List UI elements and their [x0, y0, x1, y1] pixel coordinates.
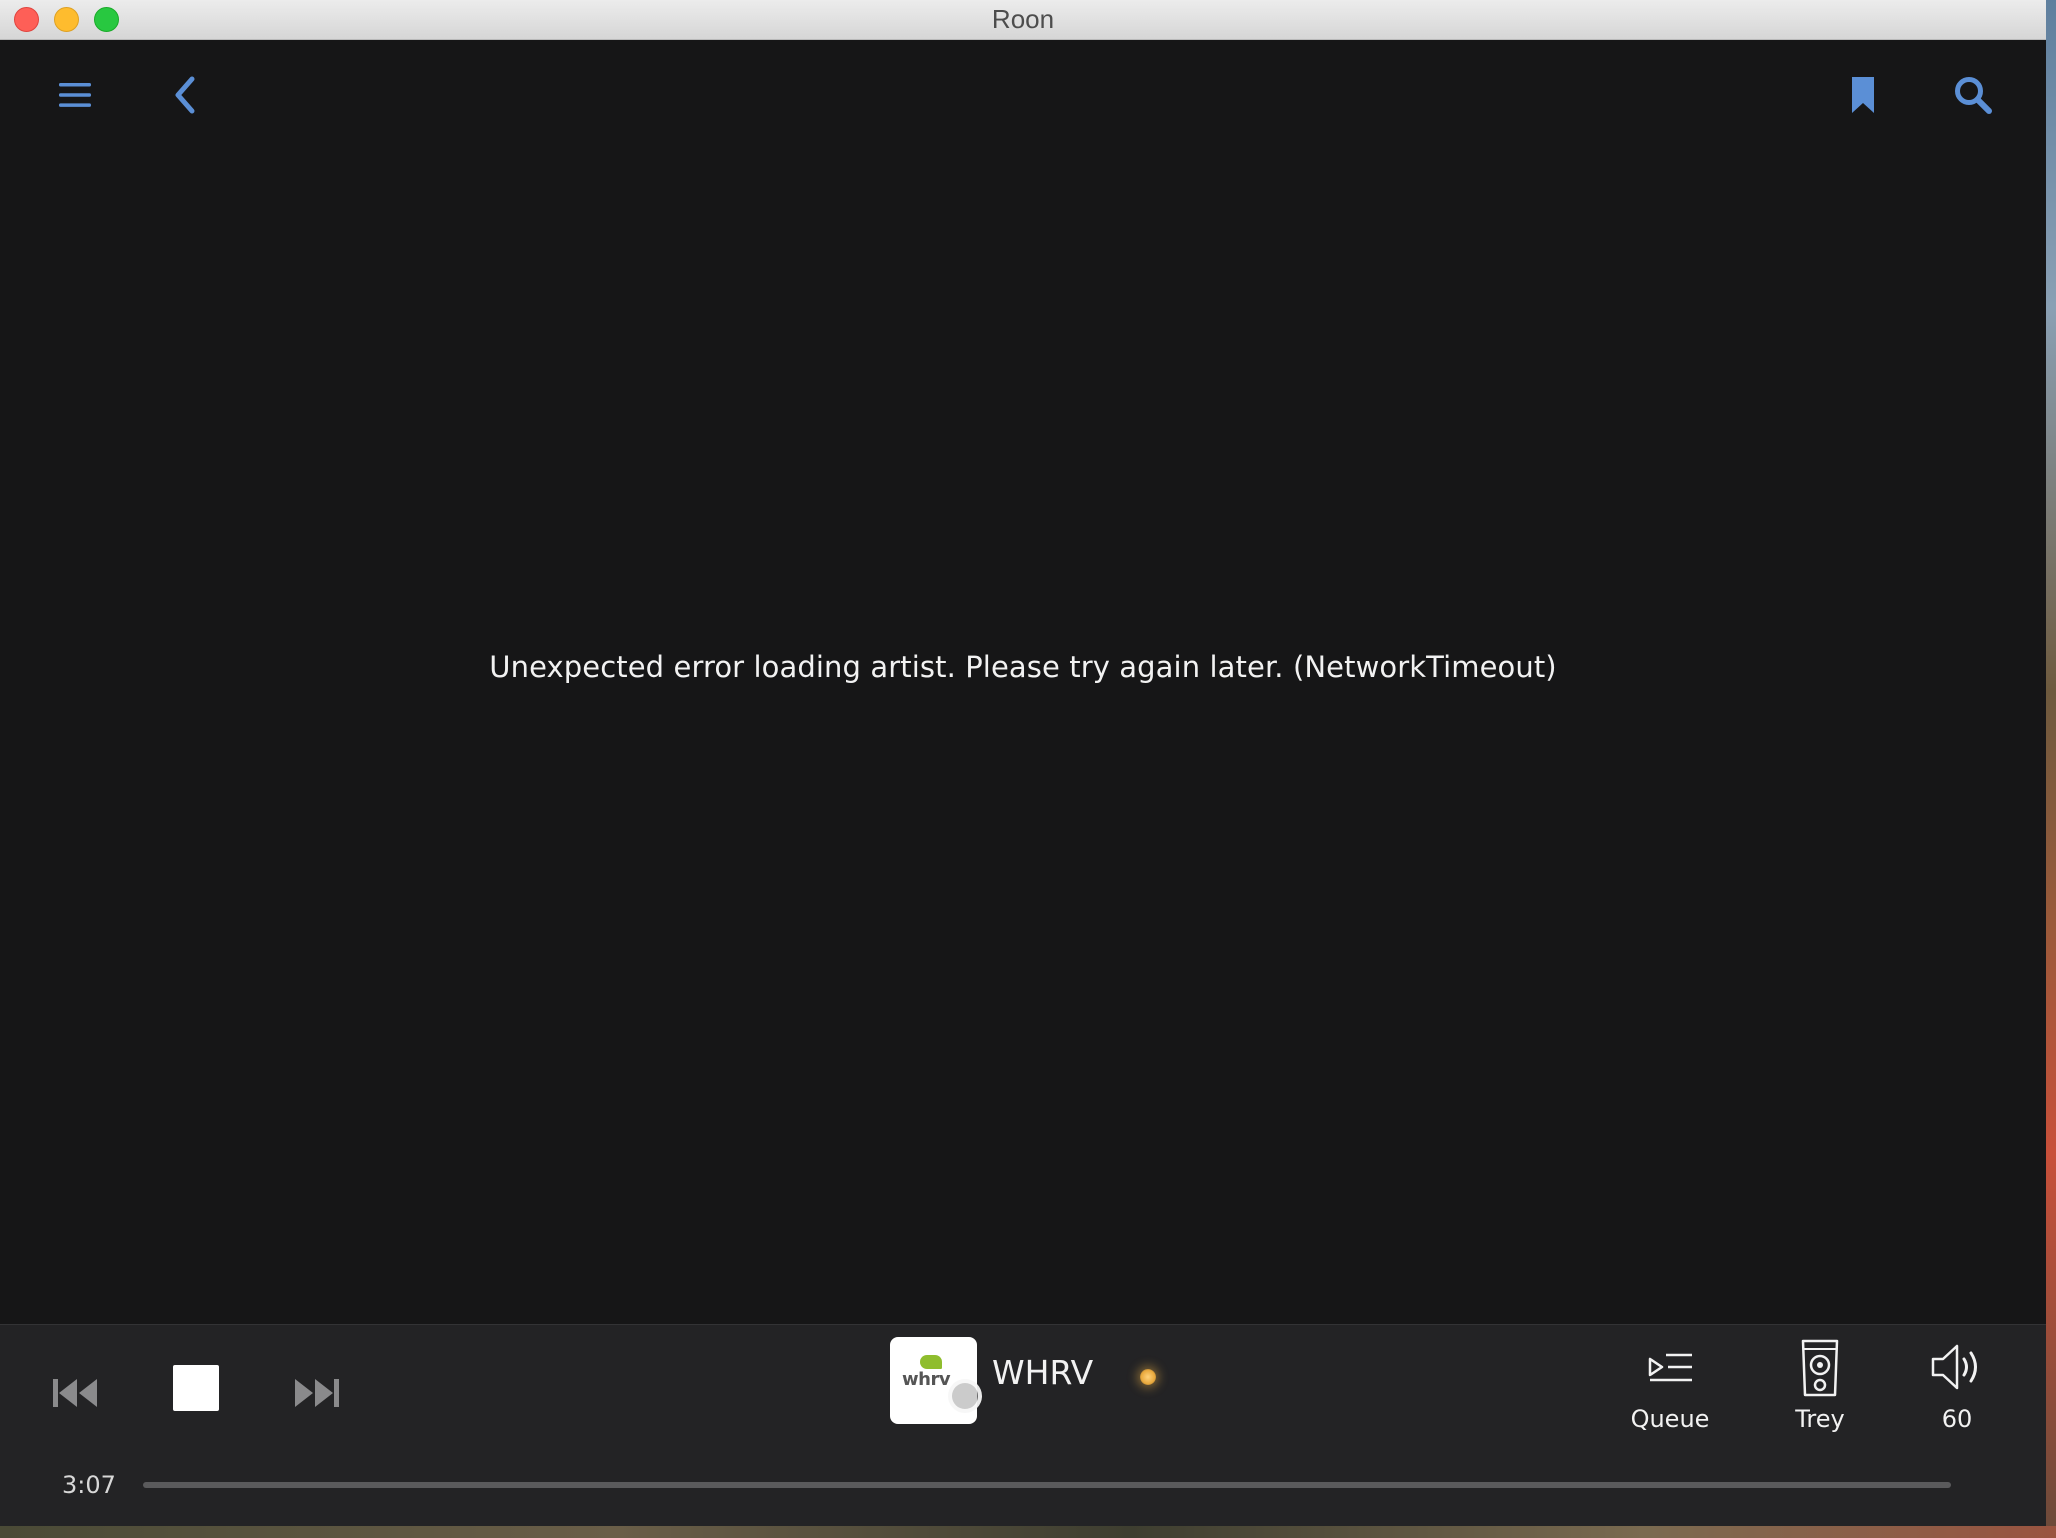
zone-button[interactable]: Trey	[1760, 1335, 1880, 1433]
stop-button[interactable]	[170, 1362, 222, 1414]
hamburger-menu-icon[interactable]	[52, 72, 98, 118]
window-title: Roon	[991, 4, 1055, 34]
desktop-background-bottom	[0, 1526, 2056, 1538]
volume-button[interactable]: 60	[1897, 1335, 2017, 1433]
app-window: Roon Unexpected error loading artist. Pl…	[0, 0, 2046, 1526]
station-logo-leaf	[920, 1355, 942, 1369]
stop-icon	[173, 1365, 219, 1411]
speaker-icon	[1760, 1335, 1880, 1399]
station-name[interactable]: WHRV	[992, 1353, 1093, 1392]
elapsed-time: 3:07	[62, 1471, 116, 1499]
search-icon[interactable]	[1950, 72, 1996, 118]
queue-label: Queue	[1630, 1405, 1710, 1433]
seek-bar[interactable]	[143, 1482, 1951, 1488]
volume-level: 60	[1941, 1405, 1973, 1433]
skip-previous-icon[interactable]	[48, 1365, 104, 1421]
zone-label: Trey	[1795, 1405, 1845, 1433]
volume-icon	[1897, 1335, 2017, 1399]
queue-icon	[1610, 1335, 1730, 1399]
desktop-background	[2046, 0, 2056, 1538]
error-message: Unexpected error loading artist. Please …	[489, 650, 1557, 684]
bookmark-icon[interactable]	[1840, 72, 1886, 118]
now-playing-bar: whrv WHRV Queue Trey 60 3:07	[0, 1324, 2046, 1526]
chevron-left-icon[interactable]	[162, 72, 208, 118]
top-toolbar	[0, 40, 2046, 150]
main-content: Unexpected error loading artist. Please …	[0, 150, 2046, 1324]
skip-next-icon[interactable]	[288, 1365, 344, 1421]
signal-path-indicator[interactable]	[1140, 1369, 1156, 1385]
loading-spinner	[948, 1379, 982, 1413]
station-logo-text: whrv	[902, 1369, 951, 1390]
queue-button[interactable]: Queue	[1610, 1335, 1730, 1433]
title-bar[interactable]: Roon	[0, 0, 2046, 40]
